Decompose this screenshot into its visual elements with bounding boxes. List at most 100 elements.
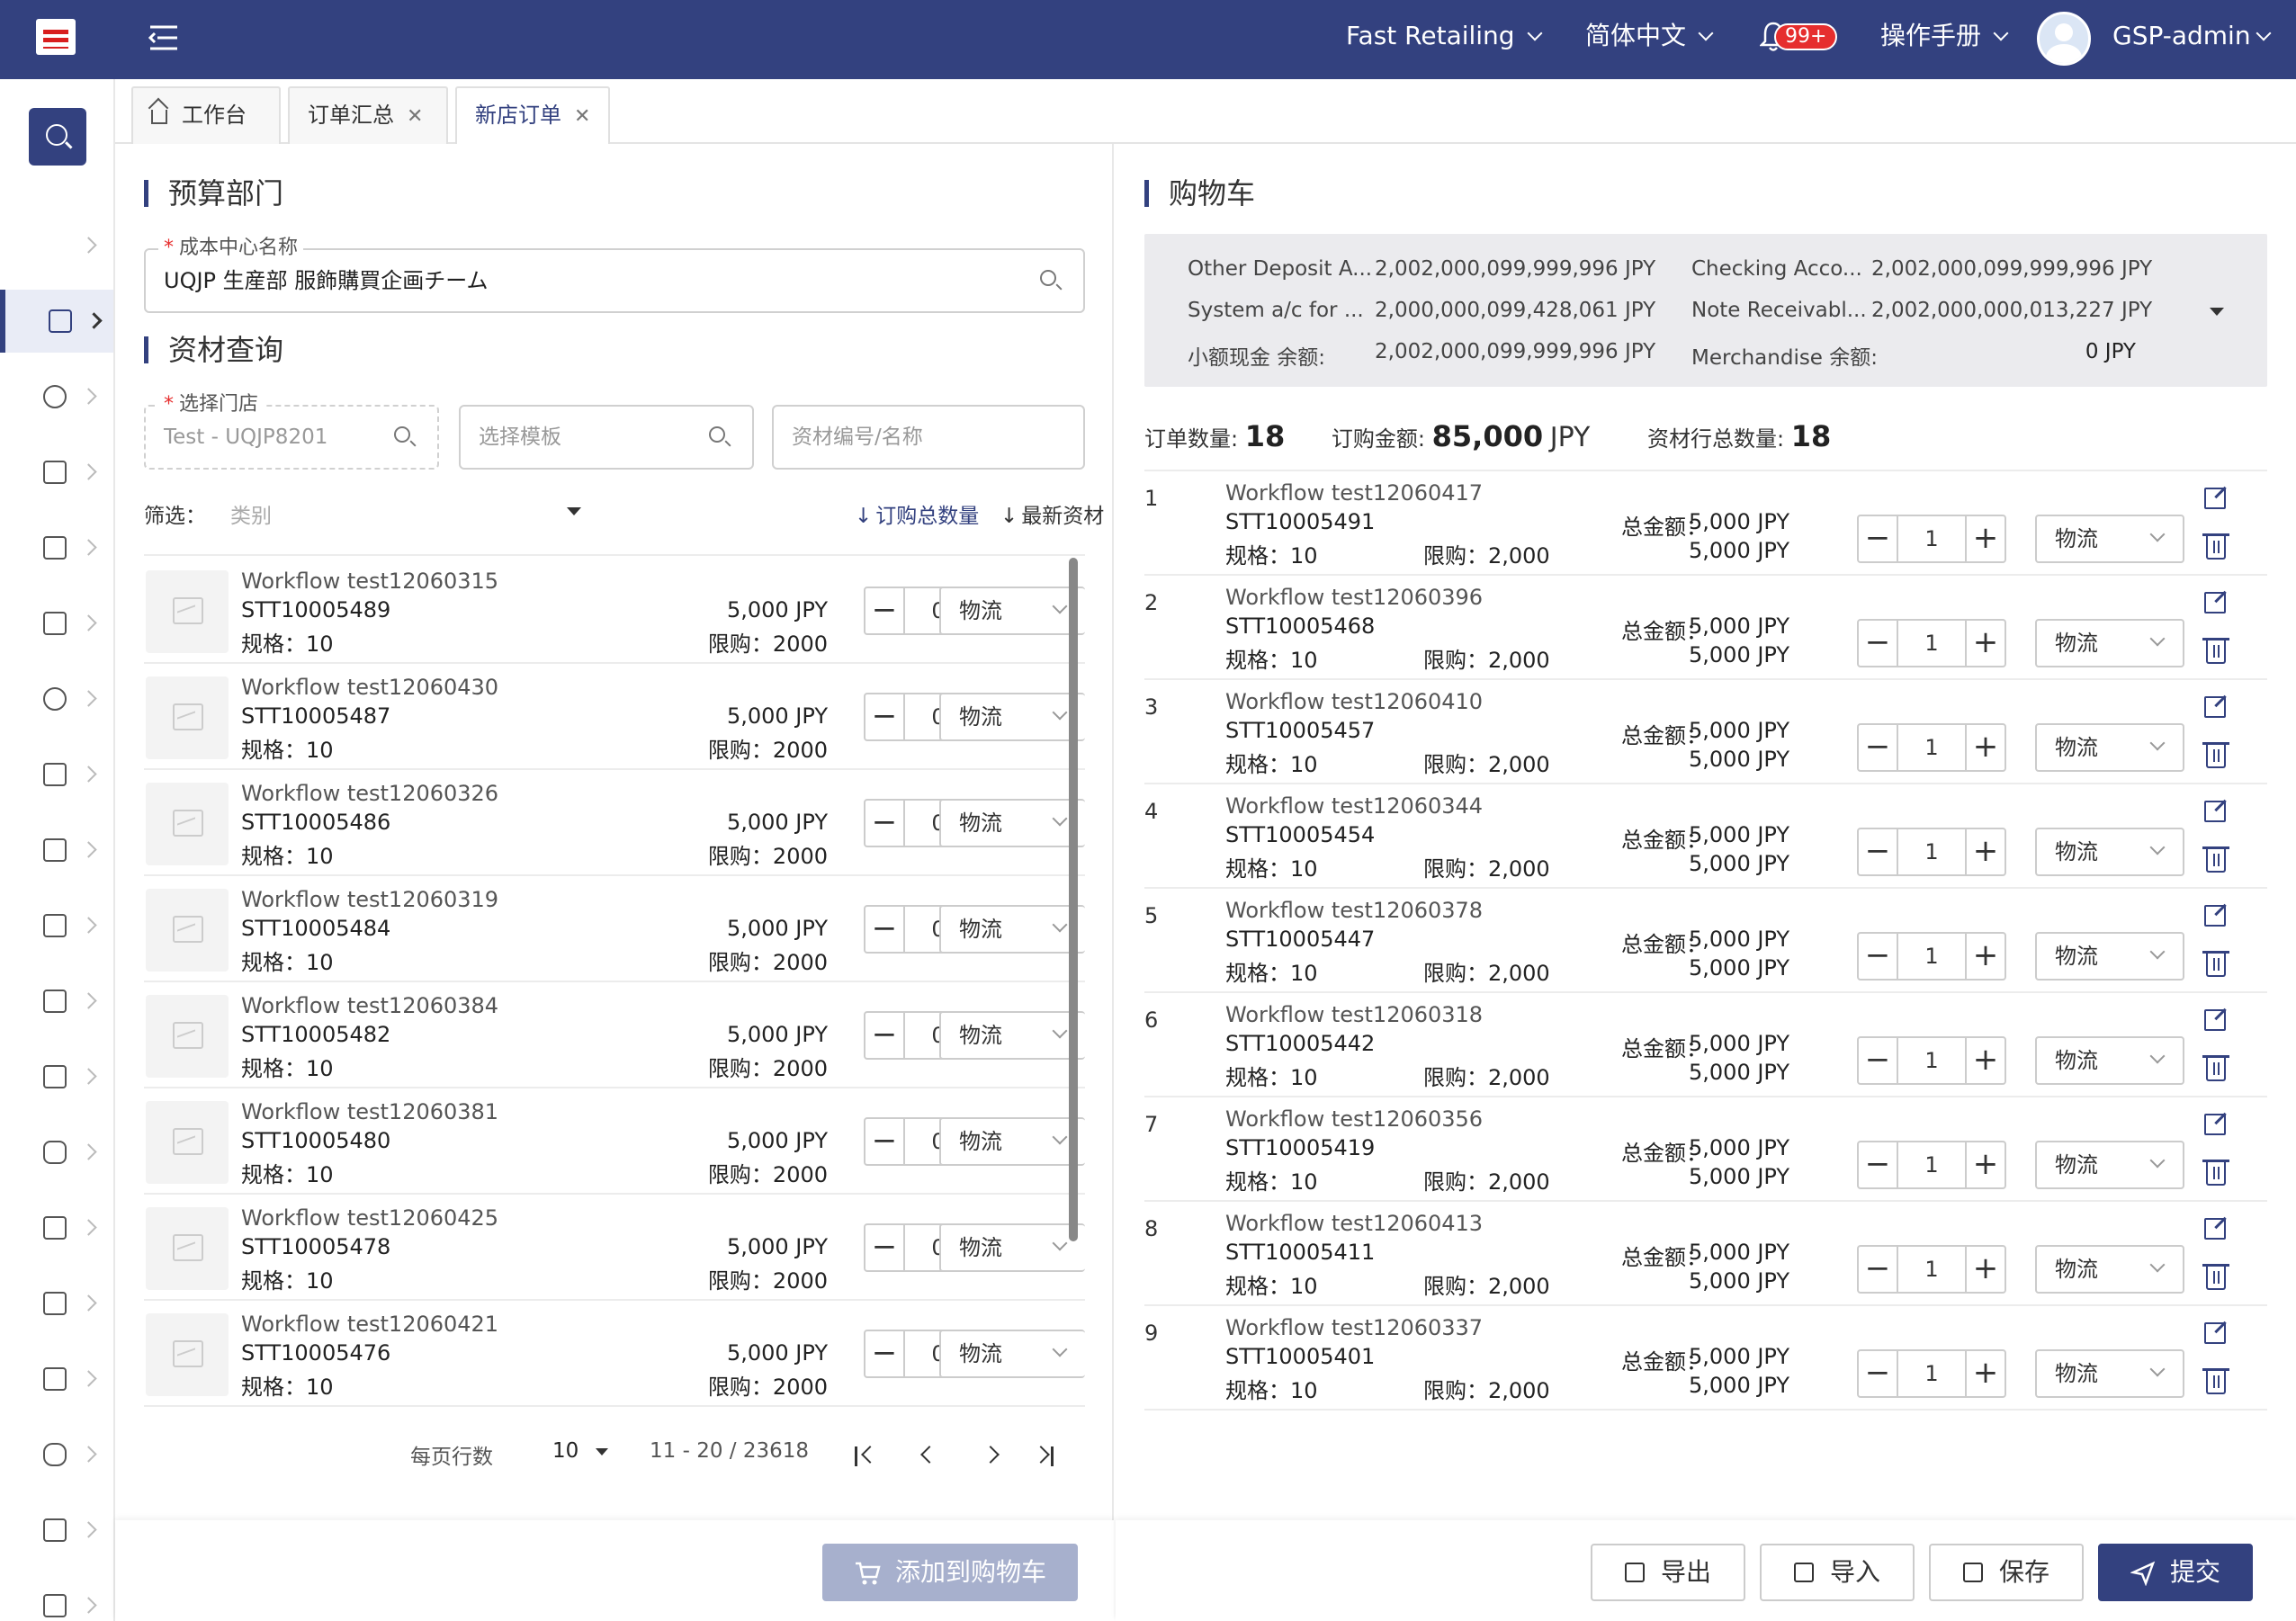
decrement-button[interactable]: − [1859, 1351, 1898, 1396]
increment-button[interactable]: + [1965, 1351, 2005, 1396]
last-page-arrow-icon[interactable] [1032, 1446, 1050, 1464]
category-filter[interactable]: 类别 [230, 498, 272, 529]
decrement-button[interactable]: − [865, 1013, 905, 1058]
delivery-type-select[interactable]: 物流 [939, 1117, 1085, 1166]
sidebar-item-robot[interactable] [0, 1121, 113, 1184]
list-item[interactable]: Workflow test12060319 STT10005484 规格：10 5,0… [144, 876, 1085, 982]
material-list-scrollbar[interactable] [1069, 558, 1078, 1241]
decrement-button[interactable]: − [1859, 1247, 1898, 1292]
quantity-stepper[interactable]: −1 + [1857, 1349, 2006, 1398]
decrement-button[interactable]: − [1859, 1038, 1898, 1083]
delivery-type-select[interactable]: 物流 [939, 905, 1085, 954]
delivery-type-select[interactable]: 物流 [939, 587, 1085, 635]
decrement-button[interactable]: − [1859, 829, 1898, 874]
sidebar-item-reports[interactable] [0, 592, 113, 655]
edit-icon[interactable] [2204, 592, 2226, 613]
quantity-stepper[interactable]: −1 + [1857, 932, 2006, 981]
brand-selector[interactable]: Fast Retailing [1346, 0, 1543, 79]
list-item[interactable]: Workflow test12060425 STT10005478 规格：10 5,0… [144, 1195, 1085, 1301]
sidebar-item-devices[interactable] [0, 819, 113, 882]
prev-page-icon[interactable] [920, 1446, 938, 1464]
delete-icon[interactable] [2202, 1368, 2229, 1394]
delivery-type-select[interactable]: 物流 [2035, 619, 2184, 667]
increment-button[interactable]: + [1965, 1038, 2005, 1083]
increment-button[interactable]: + [1965, 934, 2005, 979]
sidebar-item-folder[interactable] [0, 1348, 113, 1411]
edit-icon[interactable] [2204, 1009, 2226, 1031]
quantity-stepper[interactable]: −1 + [1857, 828, 2006, 876]
avatar[interactable] [2037, 12, 2091, 66]
sort-by-newest[interactable]: ↓ 最新资材 [1000, 498, 1104, 529]
list-item[interactable]: Workflow test12060421 STT10005476 规格：10 5,0… [144, 1301, 1085, 1407]
decrement-button[interactable]: − [1859, 725, 1898, 770]
tab-order-summary[interactable]: 订单汇总 ✕ [288, 86, 448, 146]
sidebar-item-terminal[interactable] [0, 1574, 113, 1621]
decrement-button[interactable]: − [1859, 621, 1898, 666]
first-page-icon[interactable] [855, 1446, 857, 1466]
sidebar-item-orders[interactable] [0, 290, 113, 353]
sidebar-item-vehicle[interactable] [0, 441, 113, 504]
store-select-field[interactable]: * 选择门店 Test - UQJP8201 [144, 392, 439, 470]
edit-icon[interactable] [2204, 1114, 2226, 1135]
tab-workbench[interactable]: 工作台 [131, 86, 281, 146]
first-page-arrow-icon[interactable] [861, 1446, 879, 1464]
delivery-type-select[interactable]: 物流 [2035, 1245, 2184, 1294]
increment-button[interactable]: + [1965, 621, 2005, 666]
list-item[interactable]: Workflow test12060315 STT10005489 规格：10 5,0… [144, 558, 1085, 664]
list-item[interactable]: Workflow test12060430 STT10005487 规格：10 5,0… [144, 664, 1085, 770]
sidebar-item-mail[interactable] [0, 1272, 113, 1335]
delivery-type-select[interactable]: 物流 [939, 1223, 1085, 1272]
quantity-stepper[interactable]: −1 + [1857, 619, 2006, 667]
sidebar-item-finance[interactable] [0, 516, 113, 579]
edit-icon[interactable] [2204, 1218, 2226, 1240]
edit-icon[interactable] [2204, 1322, 2226, 1344]
edit-icon[interactable] [2204, 488, 2226, 509]
cost-center-field[interactable]: * 成本中心名称 UQJP 生産部 服飾購買企画チーム [144, 236, 1085, 313]
quantity-value[interactable]: 1 [1898, 934, 1965, 979]
decrement-button[interactable]: − [865, 588, 905, 633]
brand-logo[interactable] [36, 19, 76, 55]
quantity-value[interactable]: 1 [1898, 621, 1965, 666]
caret-down-icon[interactable] [596, 1448, 608, 1455]
sort-by-quantity[interactable]: ↓ 订购总数量 [855, 498, 979, 529]
user-menu[interactable]: GSP-admin [2112, 0, 2272, 79]
sidebar-item-monitor[interactable] [0, 894, 113, 957]
quantity-value[interactable]: 1 [1898, 1351, 1965, 1396]
quantity-stepper[interactable]: −1 + [1857, 515, 2006, 563]
edit-icon[interactable] [2204, 801, 2226, 822]
edit-icon[interactable] [2204, 696, 2226, 718]
manual-menu[interactable]: 操作手册 [1880, 0, 2009, 79]
increment-button[interactable]: + [1965, 1247, 2005, 1292]
sidebar-item-database[interactable] [0, 1423, 113, 1486]
delete-icon[interactable] [2202, 742, 2229, 768]
sidebar-item-code[interactable] [0, 1196, 113, 1259]
language-selector[interactable]: 简体中文 [1585, 0, 1714, 79]
sidebar-item-messages[interactable] [0, 1499, 113, 1562]
decrement-button[interactable]: − [1859, 1142, 1898, 1187]
delete-icon[interactable] [2202, 1055, 2229, 1081]
quantity-stepper[interactable]: −1 + [1857, 1245, 2006, 1294]
delete-icon[interactable] [2202, 1264, 2229, 1290]
export-button[interactable]: 导出 [1591, 1544, 1745, 1601]
decrement-button[interactable]: − [1859, 516, 1898, 561]
template-select-field[interactable]: 选择模板 [459, 405, 754, 470]
increment-button[interactable]: + [1965, 1142, 2005, 1187]
delivery-type-select[interactable]: 物流 [939, 1011, 1085, 1060]
tab-new-store-order[interactable]: 新店订单 ✕ [455, 86, 610, 146]
decrement-button[interactable]: − [865, 1225, 905, 1270]
delivery-type-select[interactable]: 物流 [939, 799, 1085, 847]
increment-button[interactable]: + [1965, 516, 2005, 561]
delete-icon[interactable] [2202, 638, 2229, 664]
material-code-input[interactable]: 资材编号/名称 [772, 405, 1085, 470]
quantity-value[interactable]: 1 [1898, 725, 1965, 770]
quantity-value[interactable]: 1 [1898, 1038, 1965, 1083]
decrement-button[interactable]: − [1859, 934, 1898, 979]
sidebar-item-settings[interactable] [0, 743, 113, 806]
search-icon[interactable] [1040, 270, 1056, 286]
sidebar-item-users[interactable] [0, 365, 113, 428]
list-item[interactable]: Workflow test12060381 STT10005480 规格：10 5,0… [144, 1088, 1085, 1195]
last-page-icon[interactable] [1051, 1446, 1054, 1466]
quantity-stepper[interactable]: −1 + [1857, 723, 2006, 772]
delete-icon[interactable] [2202, 1160, 2229, 1186]
delivery-type-select[interactable]: 物流 [939, 693, 1085, 741]
